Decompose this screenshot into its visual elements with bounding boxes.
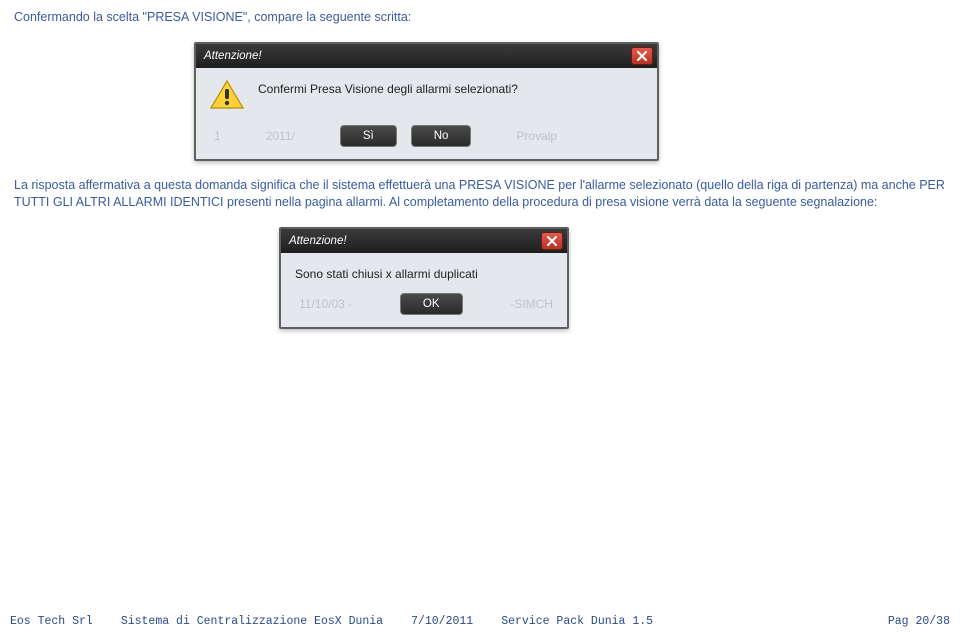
dialog-message: Confermi Presa Visione degli allarmi sel… (258, 80, 518, 96)
footer-company: Eos Tech Srl (10, 615, 93, 628)
confirm-dialog: Attenzione! Confermi Presa Visione degli… (194, 42, 659, 161)
ghost-text: -SIMCH (510, 297, 553, 311)
intro-text: Confermando la scelta "PRESA VISIONE", c… (14, 10, 946, 24)
info-dialog: Attenzione! Sono stati chiusi x allarmi … (279, 227, 569, 329)
footer-system: Sistema di Centralizzazione EosX Dunia (121, 615, 383, 628)
warning-icon (210, 80, 244, 113)
ghost-text: Provalp (516, 129, 557, 143)
ghost-text: 2011/ (266, 129, 295, 143)
footer-page: Pag 20/38 (888, 615, 950, 628)
footer-date: 7/10/2011 (411, 615, 473, 628)
dialog-title: Attenzione! (289, 235, 347, 247)
page-footer: Eos Tech Srl Sistema di Centralizzazione… (0, 615, 960, 628)
footer-pack: Service Pack Dunia 1.5 (501, 615, 653, 628)
no-button[interactable]: No (411, 125, 472, 147)
dialog-titlebar: Attenzione! (281, 229, 567, 253)
yes-button[interactable]: Sì (340, 125, 397, 147)
explanation-text: La risposta affermativa a questa domanda… (14, 177, 946, 211)
close-icon[interactable] (541, 232, 563, 250)
dialog-titlebar: Attenzione! (196, 44, 657, 68)
ghost-text: 11/10/03 - (299, 297, 352, 311)
ok-button[interactable]: OK (400, 293, 463, 315)
ghost-text: 1 (214, 129, 221, 143)
dialog-message: Sono stati chiusi x allarmi duplicati (295, 265, 553, 281)
dialog-title: Attenzione! (204, 50, 262, 62)
close-icon[interactable] (631, 47, 653, 65)
